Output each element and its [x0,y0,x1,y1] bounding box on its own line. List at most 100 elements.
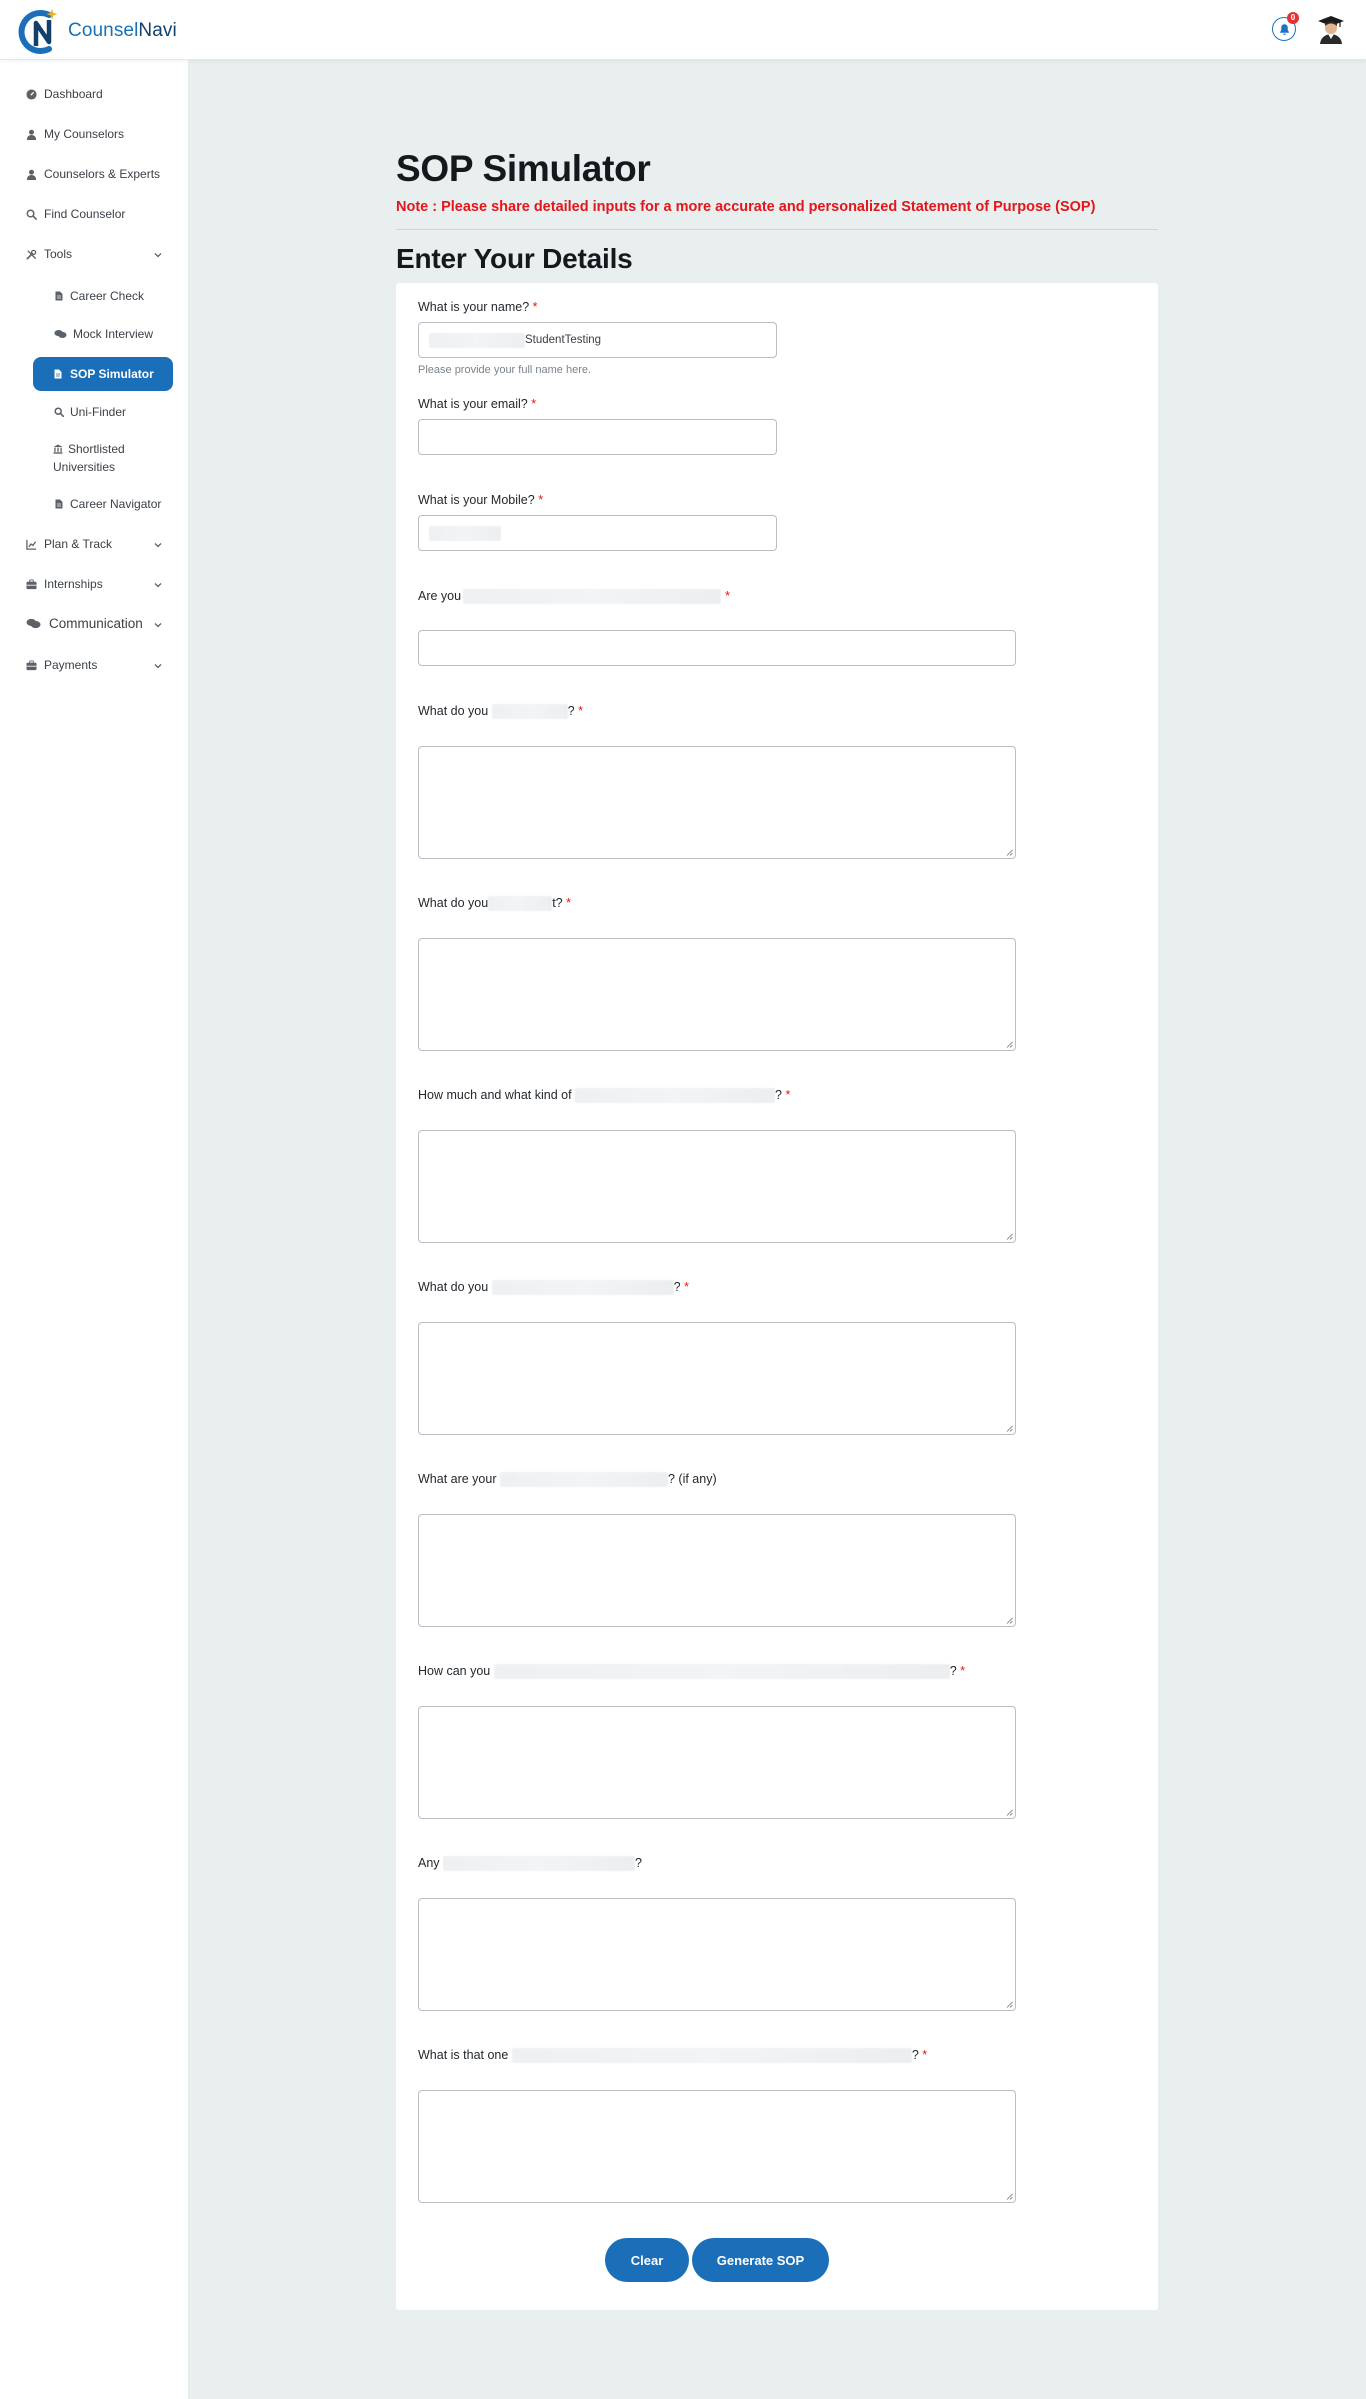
question-6-textarea[interactable] [418,1514,1016,1627]
question-4-suffix: ? [775,1088,782,1102]
question-5-suffix: ? [673,1280,681,1294]
sidebar-item-plan-track[interactable]: Plan & Track [25,537,112,551]
comments-icon [25,618,41,630]
question-3-textarea[interactable] [418,938,1016,1051]
question-4-textarea[interactable] [418,1130,1016,1243]
user-icon [25,168,37,180]
email-field[interactable] [418,419,777,455]
redacted-text [500,1472,668,1488]
chevron-down-icon[interactable] [153,250,163,260]
question-6-suffix: ? (if any) [668,1472,717,1486]
chevron-down-icon[interactable] [153,580,163,590]
question-2-textarea[interactable] [418,746,1016,859]
sidebar-item-label: Counselors & Experts [44,167,161,181]
required-mark: * [532,300,538,314]
dashboard-icon [25,88,37,100]
sidebar-item-label: Communication [49,616,143,631]
sidebar-item-communication[interactable]: Communication [25,616,143,631]
question-2-suffix: ? [567,704,575,718]
redacted-text [429,525,501,541]
name-field[interactable]: StudentTesting [418,322,777,358]
question-5-label: What do you ? * [418,1280,689,1296]
chevron-down-icon[interactable] [153,540,163,550]
question-8-suffix: ? [635,1856,642,1870]
email-label: What is your email? * [418,397,536,411]
sidebar-item-find-counselor[interactable]: Find Counselor [25,207,125,221]
sidebar-subitem-career-check[interactable]: Career Check [53,289,144,303]
question-7-textarea[interactable] [418,1706,1016,1819]
sidebar-item-label: Find Counselor [44,207,126,221]
sidebar-item-internships[interactable]: Internships [25,577,103,591]
sidebar-item-my-counselors[interactable]: My Counselors [25,127,124,141]
question-2-label: What do you ? * [418,704,583,720]
sidebar-item-counselors-experts[interactable]: Counselors & Experts [25,167,160,181]
app-logo[interactable]: CounselNavi [16,6,177,56]
sidebar-subitem-sop-simulator[interactable]: SOP Simulator [33,357,173,391]
resize-handle-icon[interactable] [1005,2192,1013,2200]
required-mark: * [960,1664,966,1678]
resize-handle-icon[interactable] [1005,1232,1013,1240]
mobile-label-text: What is your Mobile? [418,493,535,507]
question-1-field[interactable] [418,630,1016,666]
redacted-text [491,1280,674,1296]
required-mark: * [578,704,583,718]
redacted-text [463,589,722,605]
sidebar-item-label: Plan & Track [44,537,113,551]
sidebar-subitem-shortlisted-universities[interactable]: Shortlisted Universities [53,440,163,476]
resize-handle-icon[interactable] [1005,1424,1013,1432]
resize-handle-icon[interactable] [1005,1808,1013,1816]
chevron-down-icon[interactable] [153,620,163,630]
divider [396,229,1158,230]
resize-handle-icon[interactable] [1005,848,1013,856]
question-6-text: What are your [418,1472,497,1486]
notification-button[interactable]: 0 [1272,12,1299,41]
question-8-textarea[interactable] [418,1898,1016,2011]
chart-icon [25,538,37,550]
required-mark: * [785,1088,791,1102]
required-mark: * [566,896,571,910]
question-9-textarea[interactable] [418,2090,1016,2203]
resize-handle-icon[interactable] [1005,1616,1013,1624]
question-7-label: How can you ? * [418,1664,966,1680]
question-5-textarea[interactable] [418,1322,1016,1435]
sidebar-subitem-uni-finder[interactable]: Uni-Finder [53,405,126,419]
mobile-field[interactable] [418,515,777,551]
sidebar-item-tools[interactable]: Tools [25,247,72,261]
question-9-label: What is that one ? * [418,2048,928,2064]
logo-mark-icon [18,9,58,54]
question-1-text: Are you [418,589,462,603]
document-icon [53,499,64,510]
document-icon [53,369,64,380]
question-4-label: How much and what kind of ? * [418,1088,791,1104]
sidebar: Dashboard My Counselors Counselors & Exp… [0,60,189,2399]
sidebar-item-payments[interactable]: Payments [25,658,97,672]
document-icon [53,291,64,302]
name-field-value: StudentTesting [525,334,602,346]
clear-button[interactable]: Clear [605,2238,689,2282]
sidebar-subitem-mock-interview[interactable]: Mock Interview [53,327,153,341]
sop-note: Note : Please share detailed inputs for … [396,199,1096,215]
required-mark: * [922,2048,928,2062]
sidebar-item-label: Dashboard [44,87,103,101]
sidebar-subitem-label: SOP Simulator [70,367,154,381]
redacted-text [511,2048,912,2064]
resize-handle-icon[interactable] [1005,1040,1013,1048]
chevron-down-icon[interactable] [153,661,163,671]
question-7-text: How can you [418,1664,491,1678]
sidebar-item-dashboard[interactable]: Dashboard [25,87,103,101]
university-icon [53,441,64,454]
resize-handle-icon[interactable] [1005,2000,1013,2008]
question-3-text: What do you [418,896,489,910]
user-icon [25,128,37,140]
generate-sop-button[interactable]: Generate SOP [692,2238,829,2282]
question-2-text: What do you [418,704,489,718]
sidebar-subitem-label: Mock Interview [73,327,154,341]
question-4-text: How much and what kind of [418,1088,572,1102]
redacted-text [575,1088,776,1104]
question-3-suffix: t? [552,896,563,910]
question-6-label: What are your ? (if any) [418,1472,717,1488]
sidebar-item-label: Tools [44,247,73,261]
sidebar-subitem-career-navigator[interactable]: Career Navigator [53,497,161,511]
user-avatar-icon[interactable] [1317,14,1345,44]
sidebar-subitem-label: Uni-Finder [70,405,127,419]
